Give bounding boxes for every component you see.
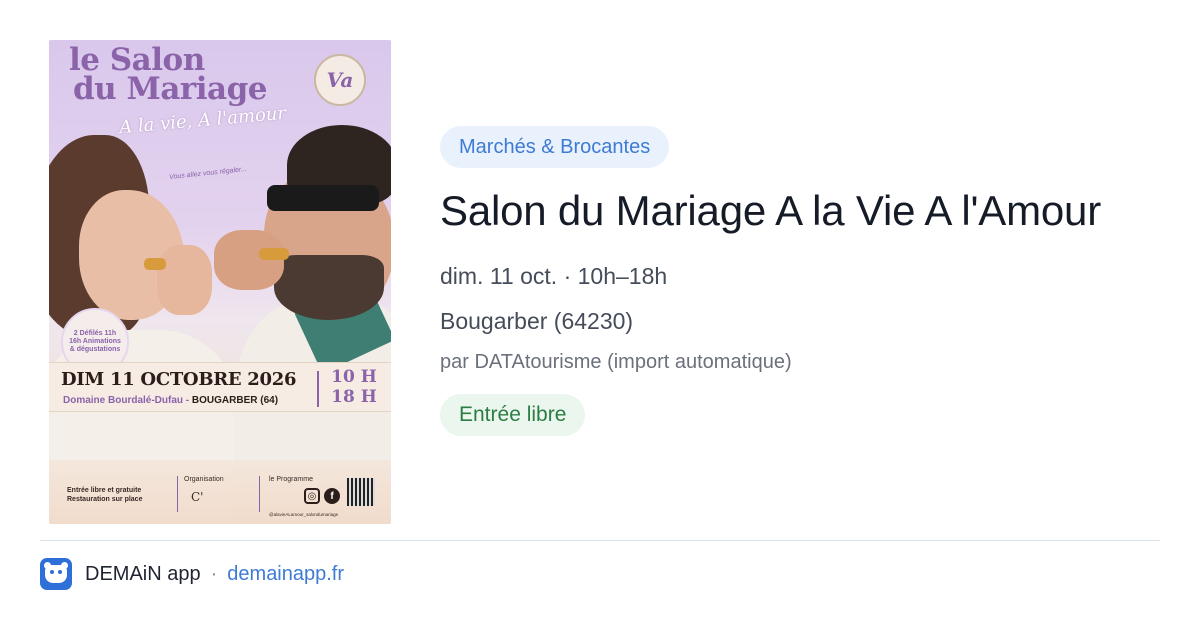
poster-foot-info: Entrée libre et gratuite Restauration su… (67, 486, 142, 504)
poster-hours-end: 18 H (331, 387, 377, 407)
poster-hours: 10 H 18 H (329, 367, 379, 407)
poster-foot-line2: Restauration sur place (67, 496, 143, 503)
category-badge[interactable]: Marchés & Brocantes (440, 126, 670, 168)
poster-place: Domaine Bourdalé-Dufau - BOUGARBER (64) (63, 395, 278, 406)
event-location: Bougarber (64230) (440, 308, 634, 334)
poster-place-city: BOUGARBER (64) (191, 395, 279, 406)
poster-org-logo: C' (191, 490, 204, 504)
poster-band-divider (317, 371, 319, 407)
event-source: par DATAtourisme (import automatique) (440, 351, 792, 373)
poster-food (259, 248, 289, 260)
poster-foot-divider (177, 476, 178, 512)
poster-man-glasses (267, 185, 379, 211)
app-name: DEMAiN app (85, 562, 201, 585)
poster-footer: Entrée libre et gratuite Restauration su… (49, 460, 391, 524)
poster-logo: Va (314, 54, 366, 106)
facebook-icon: f (324, 488, 340, 504)
event-title: Salon du Mariage A la Vie A l'Amour (440, 187, 1102, 234)
price-badge: Entrée libre (440, 394, 586, 436)
instagram-icon: ◎ (304, 488, 320, 504)
poster-place-prefix: Domaine Bourdalé-Dufau - (63, 395, 192, 406)
poster-food (144, 258, 166, 270)
app-domain-link[interactable]: demainapp.fr (227, 563, 344, 586)
poster-tagline: Vous allez vous régaler... (168, 165, 248, 182)
poster-date: DIM 11 OCTOBRE 2026 (61, 369, 297, 390)
poster-title: le Salon du Mariage (69, 45, 268, 107)
poster-foot-divider (259, 476, 260, 512)
poster-title-line2: du Mariage (73, 71, 268, 107)
footer-divider (40, 540, 1160, 541)
poster-date-band: DIM 11 OCTOBRE 2026 Domaine Bourdalé-Duf… (49, 362, 391, 412)
event-poster-image: le Salon du Mariage A la vie, A l'amour … (49, 40, 391, 524)
app-logo-icon (40, 558, 72, 590)
poster-program-label: le Programme (269, 476, 313, 483)
poster-org-label: Organisation (184, 476, 224, 483)
poster-man-hand (214, 230, 284, 290)
poster-script-tagline: A la vie, A l'amour (118, 102, 287, 139)
poster-man-beard (274, 255, 384, 320)
poster-woman-hand (157, 245, 212, 315)
poster-foot-line1: Entrée libre et gratuite (67, 487, 142, 494)
event-date-time: dim. 11 oct. · 10h–18h (440, 263, 668, 289)
poster-hours-start: 10 H (331, 367, 377, 387)
footer-separator: · (210, 562, 218, 585)
qr-code-icon (347, 478, 375, 506)
poster-handle: @alavieALamour_salondumariage (269, 512, 339, 517)
app-footer: DEMAiN app · demainapp.fr (40, 558, 344, 590)
